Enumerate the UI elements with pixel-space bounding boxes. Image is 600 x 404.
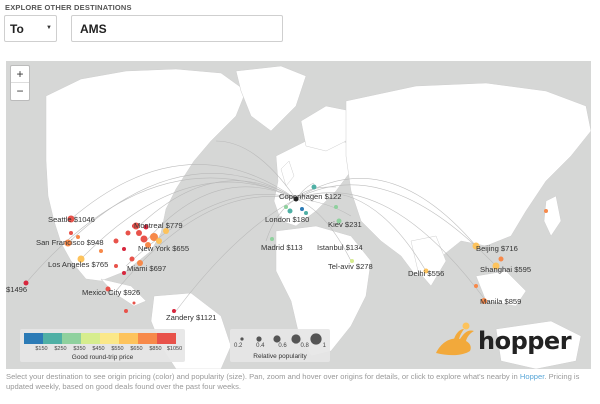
origin-point[interactable]: [125, 230, 131, 236]
color-swatch: [43, 333, 62, 344]
city-label-madrid: Madrid $113: [261, 243, 303, 252]
city-label-los-angeles: Los Angeles $765: [48, 260, 108, 269]
destination-input-value: AMS: [80, 21, 107, 36]
price-tick: $550: [111, 346, 124, 352]
color-swatch: [100, 333, 119, 344]
city-label-mexico-city: Mexico City $926: [82, 288, 140, 297]
direction-select[interactable]: To ▼: [4, 15, 57, 42]
bunny-icon: [436, 329, 474, 356]
brand-name: hopper: [478, 327, 572, 355]
origin-point[interactable]: [113, 238, 119, 244]
footer-text: Select your destination to see origin pr…: [6, 372, 518, 381]
popularity-value: 0.2: [234, 343, 243, 349]
footer-note: Select your destination to see origin pr…: [6, 372, 591, 391]
color-swatch: [62, 333, 81, 344]
color-swatch: [81, 333, 100, 344]
hopper-logo: hopper: [434, 323, 572, 359]
city-label-montreal: Montreal $779: [134, 221, 183, 230]
popularity-value: 1: [322, 343, 326, 349]
origin-point[interactable]: [69, 231, 73, 235]
city-label-istanbul: Istanbul $134: [317, 243, 363, 252]
origin-point[interactable]: [311, 184, 317, 190]
color-swatch: [157, 333, 176, 344]
price-tick: $350: [73, 346, 86, 352]
popularity-value: 0.6: [278, 343, 287, 349]
origin-point[interactable]: [132, 301, 136, 305]
direction-select-value: To: [10, 21, 24, 36]
origin-point[interactable]: [140, 235, 148, 243]
city-label-delhi: Delhi $556: [408, 269, 444, 278]
popularity-value: 0.4: [256, 343, 265, 349]
city-label-new-york: New York $655: [138, 244, 189, 253]
city-label-tel-aviv: Tel-aviv $278: [328, 262, 373, 271]
origin-point[interactable]: [136, 230, 142, 236]
city-label-kiev: Kiev $231: [328, 220, 362, 229]
price-legend-title: Good round-trip price: [71, 354, 134, 361]
city-label-san-francisco: San Francisco $948: [36, 238, 104, 247]
popularity-legend: 0.2 0.4 0.6 0.8 1 Relative popularity: [230, 329, 330, 362]
price-legend: $150 $250 $350 $450 $550 $650 $850 $1050…: [20, 329, 185, 362]
city-label-seattle: Seattle $1046: [48, 215, 95, 224]
hopper-link[interactable]: Hopper: [520, 372, 545, 381]
city-label-manila: Manila $859: [480, 297, 521, 306]
price-tick: $1050: [166, 346, 183, 352]
caret-down-icon: ▼: [46, 25, 52, 31]
origin-point[interactable]: [334, 205, 338, 209]
origin-point[interactable]: [300, 207, 304, 211]
origin-point[interactable]: [122, 271, 126, 275]
color-swatch: [138, 333, 157, 344]
city-label-beijing: Beijing $716: [476, 244, 518, 253]
color-swatch: [24, 333, 43, 344]
origin-point[interactable]: [474, 284, 478, 288]
city-label-copenhagen: Copenhagen $122: [279, 192, 342, 201]
origin-point[interactable]: [284, 205, 288, 209]
origin-point[interactable]: [122, 247, 126, 251]
price-color-scale: [24, 333, 176, 344]
origin-point[interactable]: [114, 264, 118, 268]
destination-input[interactable]: AMS: [71, 15, 283, 42]
popularity-legend-title: Relative popularity: [253, 353, 307, 360]
city-label-shanghai: Shanghai $595: [480, 265, 531, 274]
price-tick: $150: [35, 346, 48, 352]
price-tick: $850: [149, 346, 162, 352]
origin-point[interactable]: [270, 237, 274, 241]
zoom-out-button[interactable]: −: [11, 83, 29, 100]
price-tick: $450: [92, 346, 105, 352]
city-label-honolulu: $1496: [6, 285, 27, 294]
city-label-london: London $180: [265, 215, 309, 224]
origin-point[interactable]: [498, 256, 504, 262]
city-label-zandery: Zandery $1121: [166, 313, 217, 322]
zoom-control: + −: [10, 65, 30, 101]
origin-point[interactable]: [287, 208, 293, 214]
origin-point[interactable]: [124, 309, 128, 313]
world-map[interactable]: Seattle $1046 San Francisco $948 Los Ang…: [6, 61, 591, 369]
price-tick: $250: [54, 346, 67, 352]
section-label: EXPLORE OTHER DESTINATIONS: [5, 3, 132, 12]
price-tick: $650: [130, 346, 143, 352]
city-label-miami: Miami $697: [127, 264, 166, 273]
popularity-value: 0.8: [300, 343, 309, 349]
origin-point[interactable]: [99, 249, 103, 253]
zoom-in-button[interactable]: +: [11, 66, 29, 83]
color-swatch: [119, 333, 138, 344]
origin-point[interactable]: [129, 256, 135, 262]
origin-point[interactable]: [544, 209, 548, 213]
